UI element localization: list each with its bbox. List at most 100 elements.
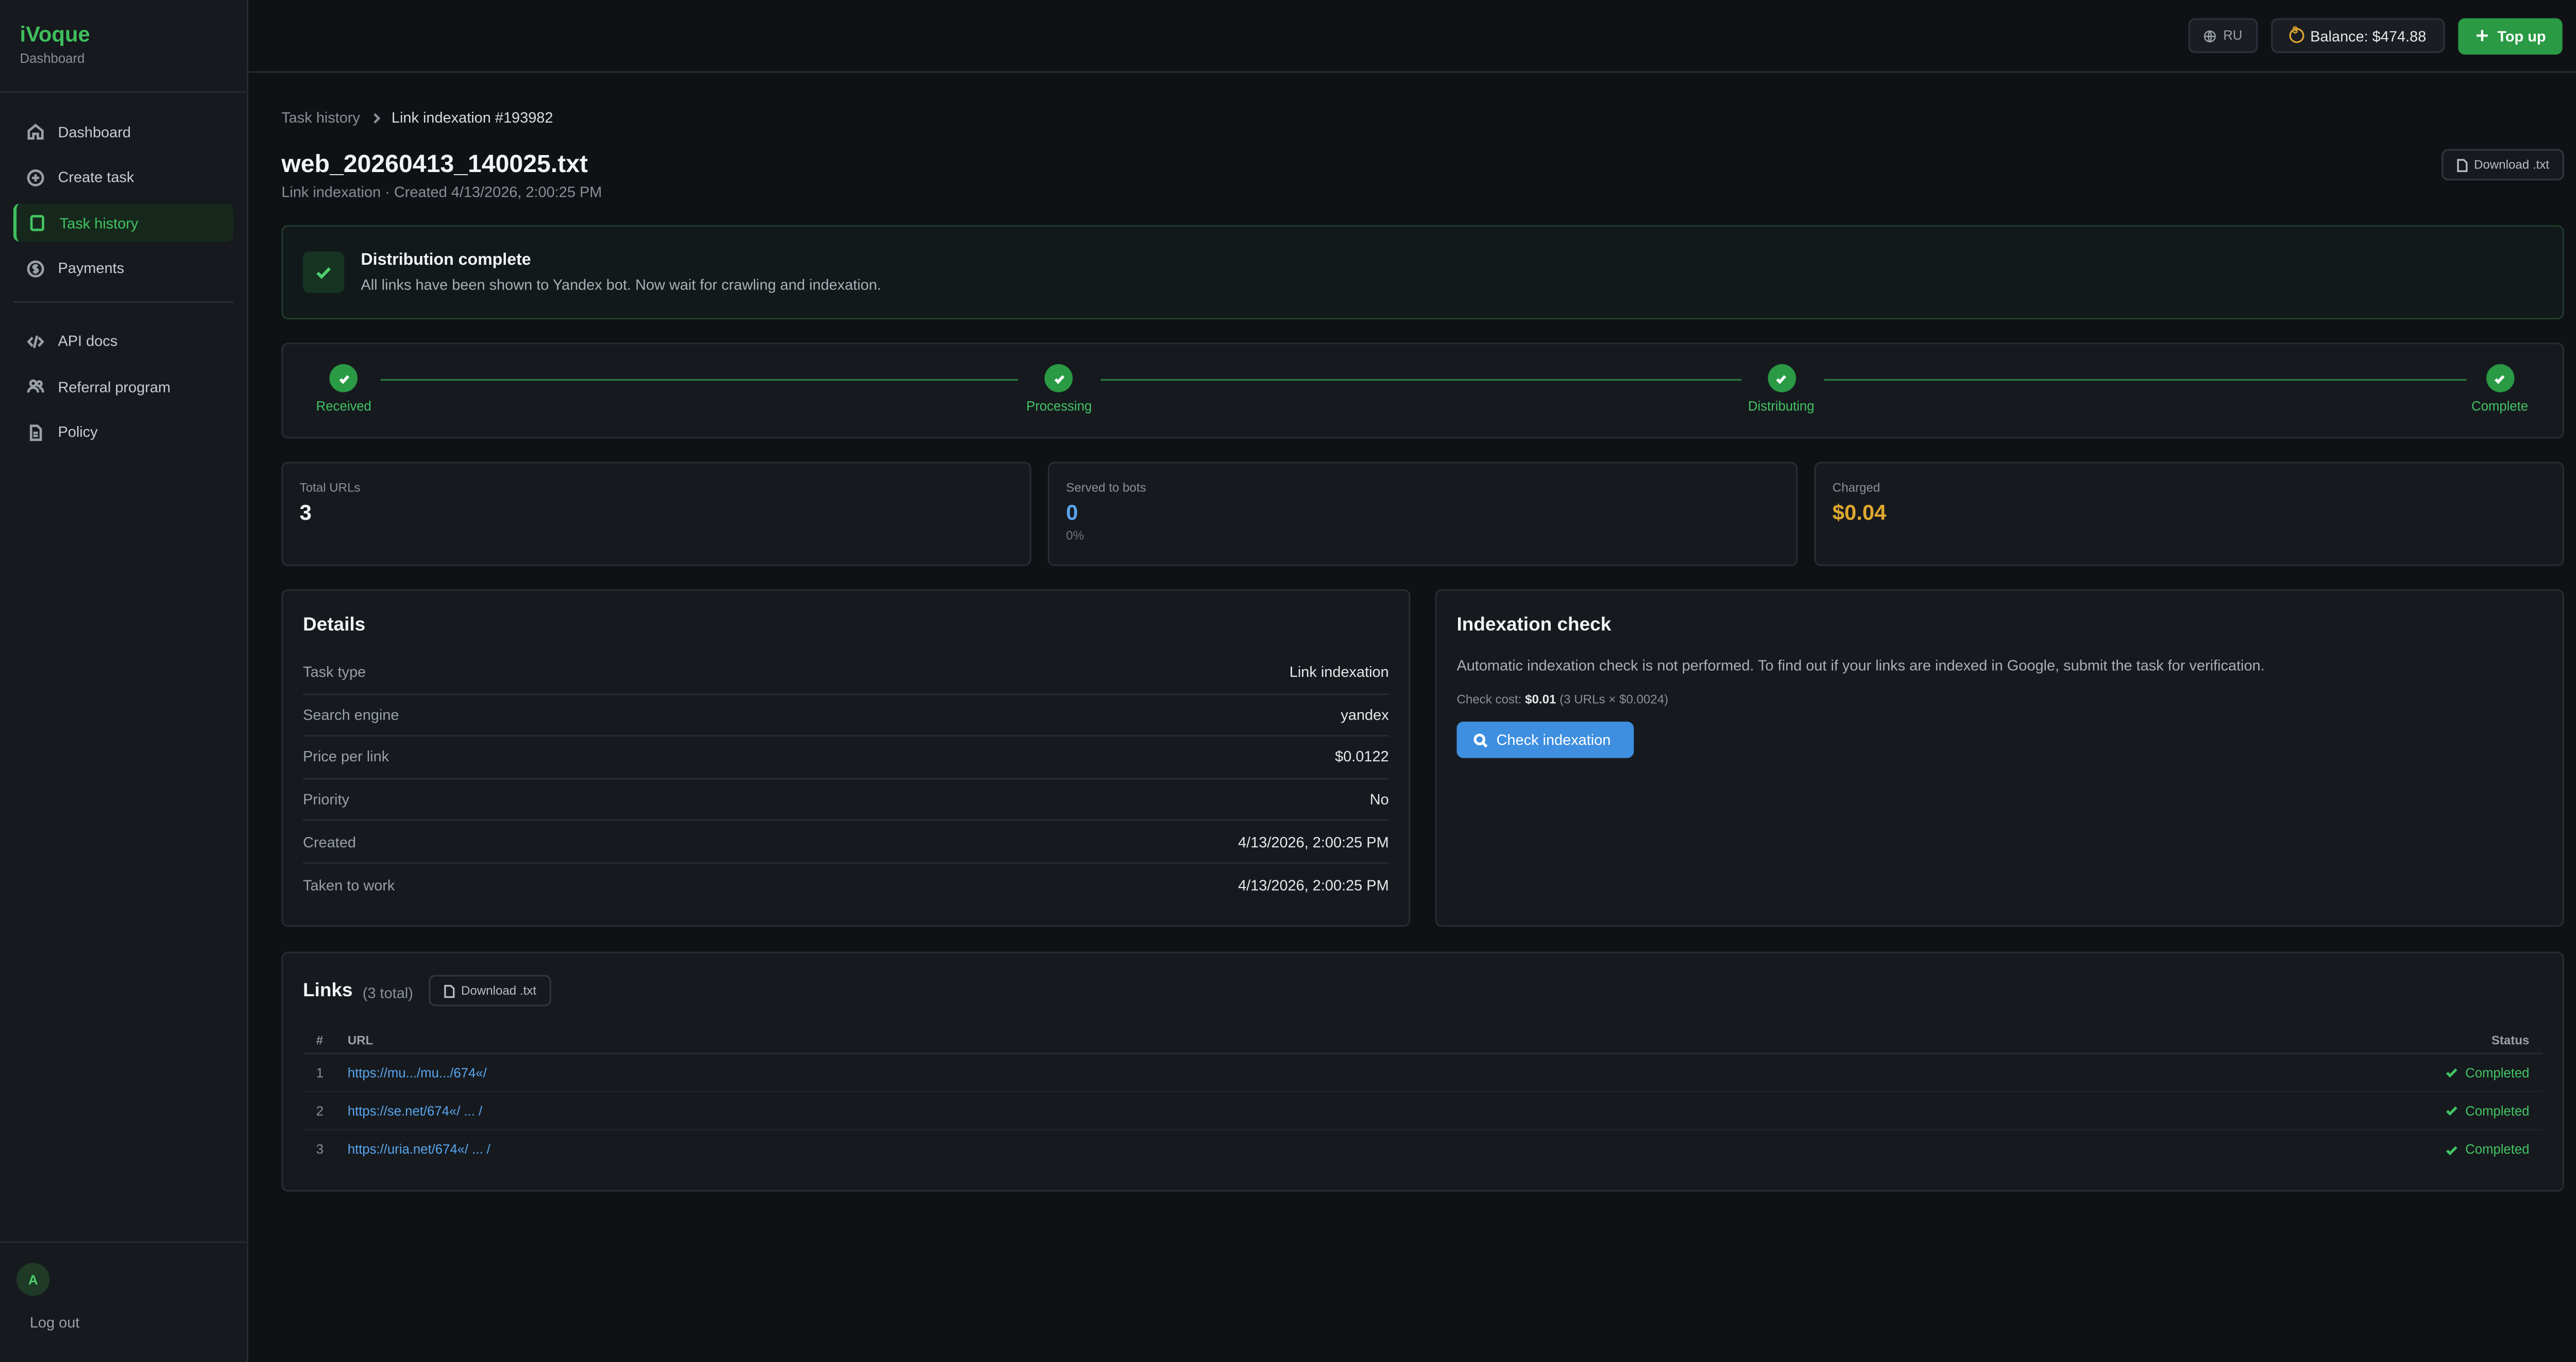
check-icon xyxy=(316,267,331,279)
sidebar-item-create-task[interactable]: Create task xyxy=(13,158,233,196)
check-icon xyxy=(2446,1068,2458,1078)
check-icon xyxy=(2446,1145,2458,1155)
distribution-alert: Distribution complete All links have bee… xyxy=(281,225,2564,320)
topbar: RU Balance: $474.88 Top up xyxy=(248,0,2576,73)
avatar[interactable]: A xyxy=(16,1263,50,1296)
step-connector xyxy=(1824,379,2467,381)
sidebar-item-label: Referral program xyxy=(58,378,171,395)
detail-row: Priority No xyxy=(302,779,1389,822)
alert-text: All links have been shown to Yandex bot.… xyxy=(361,276,882,293)
sidebar: iVoque Dashboard Dashboard Create task T… xyxy=(0,0,248,1362)
row-url[interactable]: https://uria.net/674«/ ... / xyxy=(348,1142,2446,1157)
detail-value: $0.0122 xyxy=(1335,748,1389,765)
sidebar-item-label: Dashboard xyxy=(58,123,131,140)
sidebar-item-api-docs[interactable]: API docs xyxy=(13,322,233,360)
detail-key: Price per link xyxy=(302,748,389,765)
sidebar-item-task-history[interactable]: Task history xyxy=(13,203,234,242)
alert-icon-box xyxy=(302,251,345,293)
title-row: web_20260413_140025.txt Link indexation … xyxy=(281,149,2564,202)
home-icon xyxy=(27,124,44,140)
search-icon xyxy=(1473,733,1488,747)
check-indexation-label: Check indexation xyxy=(1496,731,1611,748)
page-subtitle: Link indexation · Created 4/13/2026, 2:0… xyxy=(281,183,602,200)
breadcrumb-current: Link indexation #193982 xyxy=(391,109,553,126)
progress-steps: Received Processing Distributing Complet… xyxy=(281,343,2564,439)
stat-total-urls: Total URLs 3 xyxy=(281,462,1031,566)
code-icon xyxy=(27,334,44,348)
links-title: Links xyxy=(302,980,353,1001)
sidebar-item-dashboard[interactable]: Dashboard xyxy=(13,112,233,150)
check-cost-value: $0.01 xyxy=(1525,692,1556,707)
step-processing: Processing xyxy=(1026,364,1092,414)
top-up-button[interactable]: Top up xyxy=(2458,17,2563,54)
stat-value: 0 xyxy=(1066,500,1078,525)
row-status: Completed xyxy=(2446,1103,2529,1118)
step-label: Processing xyxy=(1026,399,1092,414)
step-complete: Complete xyxy=(2471,364,2528,414)
sidebar-item-label: Task history xyxy=(59,214,139,231)
stats-row: Total URLs 3 Served to bots 0 0% Charged… xyxy=(281,462,2564,566)
step-label: Received xyxy=(316,399,371,414)
breadcrumb: Task history Link indexation #193982 xyxy=(281,108,2564,128)
details-panel: Details Task type Link indexation Search … xyxy=(281,589,1411,927)
row-status: Completed xyxy=(2446,1142,2530,1157)
language-switch[interactable]: RU xyxy=(2188,18,2258,53)
brand-subtitle: Dashboard xyxy=(20,51,85,66)
table-row: 3 https://uria.net/674«/ ... / Completed xyxy=(303,1130,2543,1168)
row-status: Completed xyxy=(2446,1065,2529,1080)
links-count: (3 total) xyxy=(362,984,413,1001)
detail-key: Task type xyxy=(302,664,366,681)
download-label: Download .txt xyxy=(461,983,537,998)
step-check xyxy=(329,364,358,393)
stat-label: Served to bots xyxy=(1066,480,1146,495)
details-list: Task type Link indexation Search engine ya… xyxy=(302,652,1389,906)
logout-button[interactable]: Log out xyxy=(16,1314,230,1331)
detail-row: Created 4/13/2026, 2:00:25 PM xyxy=(302,822,1389,864)
detail-row: Search engine yandex xyxy=(302,694,1389,737)
check-cost-detail: (3 URLs × $0.0024) xyxy=(1560,692,1669,707)
sidebar-item-label: API docs xyxy=(58,332,118,349)
stat-value: $0.04 xyxy=(1832,500,1887,525)
links-header: Links (3 total) Download .txt xyxy=(302,975,2543,1007)
detail-key: Taken to work xyxy=(302,877,395,894)
download-txt-button[interactable]: Download .txt xyxy=(2441,149,2564,181)
stat-charged: Charged $0.04 xyxy=(1814,462,2564,566)
detail-key: Priority xyxy=(302,791,349,808)
page-title: web_20260413_140025.txt xyxy=(281,150,588,179)
file-icon xyxy=(2456,158,2467,172)
brand-name[interactable]: iVoque xyxy=(20,22,227,48)
links-download-button[interactable]: Download .txt xyxy=(428,975,551,1007)
table-row: 1 https://mu.../mu.../674«/ Completed xyxy=(302,1054,2543,1093)
indexation-title: Indexation check xyxy=(1456,616,1612,636)
coin-icon xyxy=(2289,27,2304,43)
row-url[interactable]: https://se.net/674«/ ... / xyxy=(348,1103,2446,1118)
content: Task history Link indexation #193982 web… xyxy=(281,73,2564,1192)
check-indexation-button[interactable]: Check indexation xyxy=(1456,721,1634,758)
links-table: # URL Status 1 https://mu.../mu.../674«/… xyxy=(302,1026,2543,1168)
detail-key: Search engine xyxy=(302,706,399,723)
sidebar-item-referral-program[interactable]: Referral program xyxy=(13,367,233,405)
sidebar-item-policy[interactable]: Policy xyxy=(13,413,233,451)
status-label: Completed xyxy=(2465,1142,2530,1157)
step-check xyxy=(1045,364,1073,393)
col-status: Status xyxy=(2491,1032,2530,1047)
row-url[interactable]: https://mu.../mu.../674«/ xyxy=(348,1065,2446,1080)
sidebar-item-payments[interactable]: Payments xyxy=(13,249,233,287)
breadcrumb-parent[interactable]: Task history xyxy=(281,109,360,126)
step-received: Received xyxy=(316,364,371,414)
detail-value: Link indexation xyxy=(1289,664,1389,681)
col-num: # xyxy=(316,1032,324,1047)
indexation-panel: Indexation check Automatic indexation ch… xyxy=(1435,589,2564,927)
detail-row: Taken to work 4/13/2026, 2:00:25 PM xyxy=(303,864,1389,906)
balance-badge[interactable]: Balance: $474.88 xyxy=(2270,18,2445,53)
document-icon xyxy=(29,423,42,440)
check-icon xyxy=(338,374,349,383)
stat-value: 3 xyxy=(299,500,312,525)
detail-value: 4/13/2026, 2:00:25 PM xyxy=(1238,877,1389,894)
detail-value: yandex xyxy=(1341,706,1389,723)
details-title: Details xyxy=(302,616,366,636)
sidebar-nav: Dashboard Create task Task history Payme… xyxy=(0,93,247,458)
table-row: 2 https://se.net/674«/ ... / Completed xyxy=(302,1093,2543,1131)
download-label: Download .txt xyxy=(2473,157,2550,173)
sidebar-item-label: Create task xyxy=(58,168,134,185)
